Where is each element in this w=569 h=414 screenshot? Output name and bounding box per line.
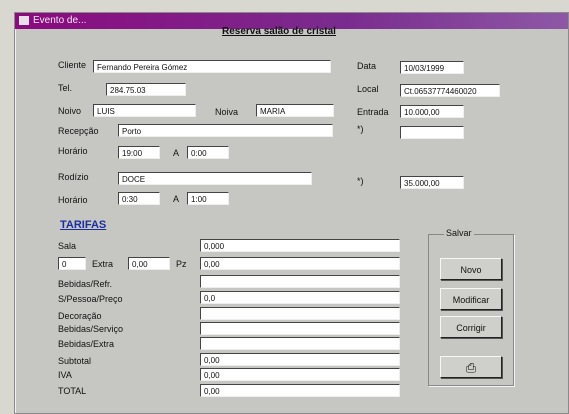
printer-icon: ⎙ (465, 360, 477, 375)
tarifa-value[interactable] (200, 275, 400, 288)
total-label: TOTAL (58, 386, 87, 396)
rodizio-label: Rodízio (58, 172, 89, 182)
phone-label: Tel. (58, 83, 73, 93)
system-menu-icon[interactable] (19, 15, 29, 25)
client-field[interactable]: Fernando Pereira Gómez (93, 60, 331, 73)
schedule1-a-label: A (173, 148, 180, 158)
star1-label: *) (357, 124, 364, 134)
date-label: Data (357, 61, 377, 71)
tarifa-value[interactable]: 0,000 (200, 239, 400, 252)
tarifa-label: Subtotal (58, 356, 92, 366)
phone-field[interactable]: 284.75.03 (106, 83, 186, 96)
tarifa-label: Sala (58, 241, 77, 251)
reception-field[interactable]: Porto (118, 124, 333, 137)
schedule2-a-label: A (173, 194, 180, 204)
tarifa-value[interactable] (200, 322, 400, 335)
date-field[interactable]: 10/03/1999 (400, 61, 464, 74)
star1-field[interactable] (400, 126, 464, 139)
tarifa-label: Bebidas/Serviço (58, 324, 124, 334)
entry-field[interactable]: 10.000,00 (400, 105, 464, 118)
new-button[interactable]: Novo (440, 258, 502, 280)
correct-button[interactable]: Corrigir (440, 316, 502, 338)
place-label: Local (357, 84, 379, 94)
star2-field[interactable]: 35.000,00 (400, 176, 464, 189)
tarifa-label: Bebidas/Extra (58, 339, 115, 349)
window-title: Evento de... (33, 15, 87, 26)
schedule1-label: Horário (58, 146, 88, 156)
bride-label: Noiva (215, 107, 239, 117)
schedule2-label: Horário (58, 195, 88, 205)
extra-qty-label: Extra (92, 259, 114, 269)
groom-label: Noivo (58, 106, 82, 116)
reception-label: Recepção (58, 126, 99, 136)
total-value[interactable]: 0,00 (200, 384, 400, 397)
tarifa-value[interactable]: 0,0 (200, 291, 400, 304)
tarifa-value[interactable] (200, 307, 400, 320)
tarifa-value[interactable]: 0,00 (200, 353, 400, 366)
print-button[interactable]: ⎙ (440, 356, 502, 378)
schedule2-from-field[interactable]: 0:30 (118, 192, 160, 205)
tarifa-label: Bebidas/Refr. (58, 279, 113, 289)
place-field[interactable]: Ct.06537774460020 (400, 84, 500, 97)
modify-button[interactable]: Modificar (440, 288, 502, 310)
tarifa-value[interactable]: 0,00 (200, 368, 400, 381)
extra-unit-label: Pz (176, 259, 187, 269)
tarifa-label: IVA (58, 370, 72, 380)
star2-label: *) (357, 176, 364, 186)
entry-label: Entrada (357, 107, 389, 117)
bride-field[interactable]: MARIA (256, 104, 334, 117)
tarifa-label: S/Pessoa/Preço (58, 294, 123, 304)
tarifa-label: Decoração (58, 311, 102, 321)
rodizio-field[interactable]: DOCE (118, 172, 312, 185)
client-label: Cliente (58, 60, 87, 70)
actions-group-label: Salvar (444, 228, 474, 238)
form-heading: Reserva salão de cristal (222, 26, 336, 37)
extra-price-field[interactable]: 0,00 (128, 257, 170, 270)
groom-field[interactable]: LUIS (93, 104, 196, 117)
schedule1-to-field[interactable]: 0:00 (187, 146, 229, 159)
tarifa-value[interactable] (200, 337, 400, 350)
extra-qty-field[interactable]: 0 (58, 257, 86, 270)
schedule2-to-field[interactable]: 1:00 (187, 192, 229, 205)
tarifa-value[interactable]: 0,00 (200, 257, 400, 270)
tarifas-title: TARIFAS (60, 219, 107, 231)
schedule1-from-field[interactable]: 19:00 (118, 146, 160, 159)
